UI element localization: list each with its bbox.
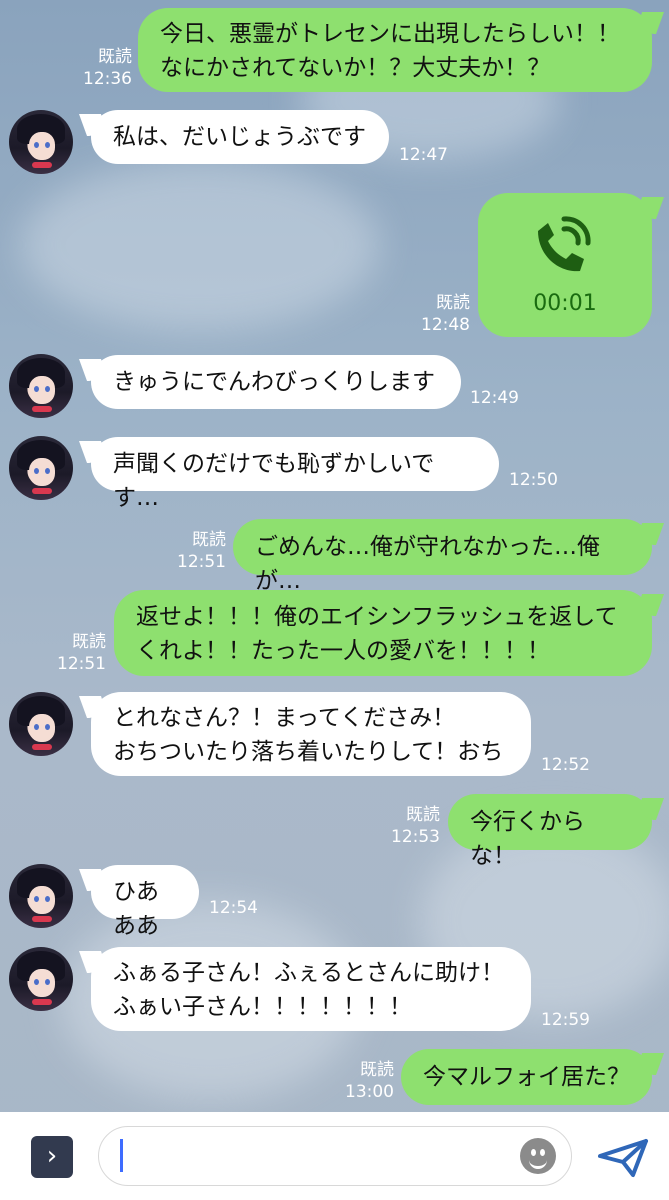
message-time: 12:51	[177, 552, 226, 572]
read-receipt: 既読	[72, 632, 106, 652]
read-receipt: 既読	[98, 47, 132, 67]
call-bubble[interactable]: 00:01	[478, 193, 652, 337]
message-bubble-outgoing[interactable]: ごめんな…俺が守れなかった…俺が…	[233, 519, 652, 594]
message-bubble-outgoing[interactable]: 返せよ！！！俺のエイシンフラッシュを返して くれよ！！たった一人の愛バを！！！！	[114, 590, 652, 676]
message-bubble-incoming[interactable]: ひあああ	[91, 865, 199, 939]
message-bubble-incoming[interactable]: 声聞くのだけでも恥ずかしいです…	[91, 437, 499, 511]
smiley-icon[interactable]	[520, 1138, 556, 1174]
message-time: 12:52	[541, 755, 590, 775]
message-bubble-incoming[interactable]: きゅうにでんわびっくりします	[91, 355, 461, 409]
avatar[interactable]	[9, 947, 73, 1011]
message-time: 12:36	[83, 69, 132, 89]
message-time: 12:49	[470, 388, 519, 408]
message-meta: 既読 12:53	[364, 804, 440, 848]
phone-call-icon	[538, 216, 591, 272]
message-time: 12:47	[399, 145, 448, 165]
read-receipt: 既読	[192, 530, 226, 550]
message-time: 12:53	[391, 827, 440, 847]
text-cursor	[120, 1139, 123, 1172]
message-bubble-incoming[interactable]: とれなさん？！まってくださみ！ おちついたり落ち着いたりして！おち	[91, 692, 531, 776]
message-time: 12:54	[209, 898, 258, 918]
message-time: 12:59	[541, 1010, 590, 1030]
message-time: 12:51	[57, 654, 106, 674]
message-bubble-outgoing[interactable]: 今日、悪霊がトレセンに出現したらしい！！ なにかされてないか！？大丈夫か！？	[138, 8, 652, 92]
avatar[interactable]	[9, 436, 73, 500]
chevron-right-icon[interactable]: ›	[31, 1136, 73, 1178]
message-bubble-incoming[interactable]: ふぁる子さん！ふぇるとさんに助け！ ふぁい子さん！！！！！！！	[91, 947, 531, 1031]
send-icon[interactable]	[597, 1138, 649, 1178]
avatar[interactable]	[9, 864, 73, 928]
message-meta: 既読 12:51	[150, 529, 226, 573]
message-meta: 既読 12:36	[60, 46, 132, 90]
message-input[interactable]	[98, 1126, 572, 1186]
read-receipt: 既読	[406, 805, 440, 825]
message-meta: 既読 12:51	[30, 631, 106, 675]
message-time: 13:00	[345, 1082, 394, 1102]
avatar[interactable]	[9, 692, 73, 756]
chat-area[interactable]: 今日、悪霊がトレセンに出現したらしい！！ なにかされてないか！？大丈夫か！？ 既…	[0, 0, 669, 1112]
avatar[interactable]	[9, 110, 73, 174]
call-duration: 00:01	[533, 291, 597, 316]
read-receipt: 既読	[436, 293, 470, 313]
message-bubble-outgoing[interactable]: 今行くからな！	[448, 794, 652, 869]
avatar[interactable]	[9, 354, 73, 418]
message-time: 12:48	[421, 315, 470, 335]
read-receipt: 既読	[360, 1060, 394, 1080]
message-meta: 既読 13:00	[318, 1059, 394, 1103]
message-meta: 既読 12:48	[400, 292, 470, 336]
message-time: 12:50	[509, 470, 558, 490]
message-bubble-outgoing[interactable]: 今マルフォイ居た？	[401, 1049, 652, 1105]
message-bubble-incoming[interactable]: 私は、だいじょうぶです	[91, 110, 389, 164]
